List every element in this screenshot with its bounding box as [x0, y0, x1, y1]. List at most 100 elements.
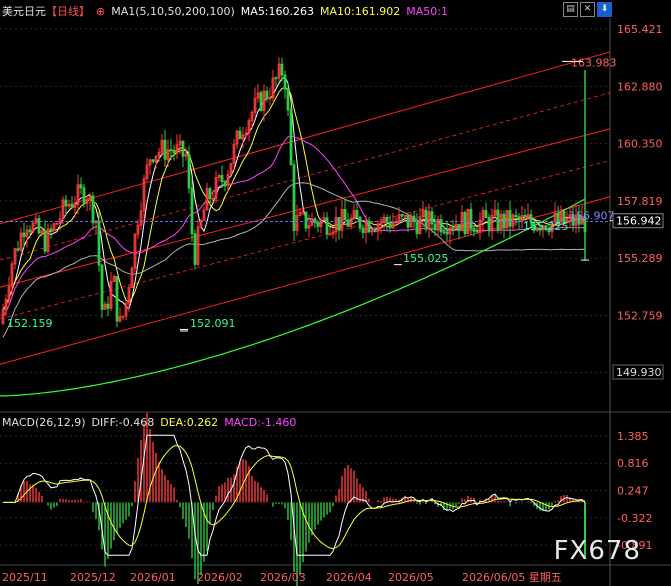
candle-body [286, 88, 290, 111]
candle-body [343, 208, 347, 221]
candle-body [373, 230, 377, 232]
date-tick-label: 2026/01 [130, 571, 176, 584]
candle-body [325, 217, 329, 235]
candle-body [484, 210, 488, 218]
add-icon[interactable]: ⊕ [96, 5, 105, 18]
low-price-value: 149.930 [616, 366, 662, 379]
date-tick-label: 2026/05 [388, 571, 434, 584]
candle-body [163, 139, 167, 160]
ma5-value: MA5:160.263 [240, 5, 315, 18]
candle-body [223, 181, 227, 187]
candles [1, 57, 587, 328]
candle-body [238, 130, 242, 140]
macd-diff: DIFF:-0.468 [91, 416, 155, 429]
candle-body [367, 220, 371, 233]
candle-body [220, 175, 224, 183]
candle-body [292, 164, 296, 232]
candle-body [304, 211, 308, 229]
macd-tick-label: 0.816 [617, 457, 649, 470]
candle-body [517, 216, 521, 221]
candle-body [502, 213, 506, 229]
candle-body [487, 217, 491, 232]
date-tick-label: 2026/02 [197, 571, 243, 584]
candle-body [358, 216, 362, 229]
price-tick-label: 162.880 [617, 80, 663, 93]
candle-body [115, 276, 119, 322]
close-icon[interactable]: ✕ [580, 2, 595, 17]
candle-body [16, 248, 20, 251]
moving-average-lines [0, 76, 586, 397]
candle-body [415, 221, 419, 235]
date-tick-label: 2025/12 [70, 571, 116, 584]
ma-group-label[interactable]: MA1(5,10,50,200,100) [111, 5, 235, 18]
candle-body [37, 218, 41, 234]
macd-tick-label: 0.247 [617, 485, 649, 498]
candle-body [508, 210, 512, 227]
current-price-label: 156.942 [616, 215, 662, 228]
macd-tick-label: 1.385 [617, 430, 649, 443]
price-chart: 165.421 162.880 160.350 157.819 155.289 152.7… [0, 18, 671, 586]
period-label[interactable]: 【日线】 [46, 5, 90, 18]
channel-mid-lower [0, 160, 611, 320]
candle-body [193, 233, 197, 265]
candle-body [442, 231, 446, 234]
ma50-value: MA50:1 [406, 5, 448, 18]
candle-body [208, 188, 212, 200]
candle-body [82, 187, 86, 204]
candle-body [475, 230, 479, 233]
candle-body [337, 217, 341, 231]
candle-body [265, 90, 269, 99]
candle-body [451, 227, 455, 230]
price-tick-label: 155.289 [617, 252, 663, 265]
macd-dea: DEA:0.262 [160, 416, 219, 429]
macd-value: MACD:-1.460 [224, 416, 297, 429]
candle-body [100, 264, 104, 310]
candle-body [43, 230, 47, 252]
candle-body [187, 154, 191, 189]
channel-mid-upper [0, 92, 611, 261]
watermark-logo: FX678 [553, 536, 641, 566]
cursor-date-label: 2026/06/05 星期五 [462, 571, 562, 584]
price-tick-label: 165.421 [617, 23, 663, 36]
layout-icon[interactable]: ▤ [563, 2, 578, 17]
candle-body [496, 209, 500, 231]
candle-body [28, 229, 32, 233]
candle-body [523, 215, 527, 218]
candle-body [289, 109, 293, 166]
candle-body [97, 220, 101, 266]
candle-body [313, 218, 317, 224]
candle-body [463, 212, 467, 235]
candle-body [424, 209, 428, 229]
date-tick-label: 2026/04 [326, 571, 372, 584]
low-price-label: 152.159 [7, 317, 53, 330]
candle-body [445, 231, 449, 235]
candle-body [355, 210, 359, 218]
candle-body [316, 222, 320, 227]
low-price-label: 155.025 [403, 252, 449, 265]
candle-body [283, 74, 287, 90]
macd-title: MACD(26,12,9) [2, 416, 86, 429]
candle-body [190, 187, 194, 235]
price-tick-label: 152.759 [617, 309, 663, 322]
download-icon[interactable]: ⬇ [597, 2, 612, 17]
candle-body [169, 149, 173, 152]
candle-body [172, 149, 176, 154]
candle-body [64, 199, 68, 207]
ref-price-label: 156.907 [569, 210, 615, 223]
chart-header: 美元日元【日线】 ⊕ MA1(5,10,50,200,100) MA5:160.263… [2, 3, 454, 19]
candle-body [274, 77, 278, 80]
candle-body [361, 227, 365, 234]
candle-body [79, 184, 83, 189]
low-price-label: 152.091 [190, 317, 236, 330]
price-tick-label: 157.819 [617, 195, 663, 208]
candle-body [400, 214, 404, 217]
candle-body [259, 92, 263, 111]
candle-body [433, 223, 437, 231]
symbol-label: 美元日元 [2, 5, 46, 18]
candle-body [151, 159, 155, 163]
candle-body [91, 195, 95, 224]
candle-body [514, 214, 518, 218]
candle-body [469, 208, 473, 229]
candle-body [388, 222, 392, 229]
candle-body [181, 140, 185, 157]
